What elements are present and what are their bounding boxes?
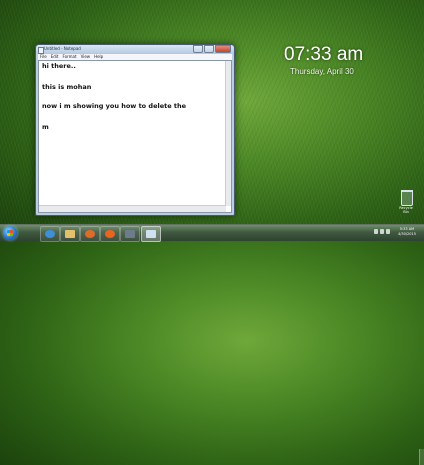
windows-logo-icon bbox=[7, 230, 13, 236]
media-icon bbox=[125, 230, 135, 238]
recycle-bin-icon bbox=[401, 190, 413, 206]
notepad-icon bbox=[146, 230, 156, 238]
firefox-icon bbox=[105, 230, 115, 238]
show-desktop-button[interactable] bbox=[419, 449, 424, 465]
file-explorer-icon bbox=[65, 230, 75, 238]
tray-clock[interactable]: 5:33 AM 4/30/2015 bbox=[398, 227, 416, 236]
network-icon[interactable] bbox=[380, 229, 384, 234]
close-button[interactable] bbox=[215, 45, 231, 53]
volume-icon[interactable] bbox=[386, 229, 390, 234]
text-editor-area[interactable]: hi there.. this is mohan now i m showing… bbox=[38, 60, 232, 213]
text-line: hi there.. bbox=[42, 62, 76, 70]
system-tray bbox=[374, 229, 390, 234]
taskbar bbox=[0, 224, 424, 465]
flag-icon[interactable] bbox=[374, 229, 378, 234]
tray-date: 4/30/2015 bbox=[398, 231, 416, 236]
vertical-scrollbar[interactable] bbox=[225, 61, 231, 206]
internet-explorer-icon bbox=[45, 230, 55, 238]
text-line: now i m showing you how to delete the bbox=[42, 102, 187, 110]
tray-time: 5:33 AM bbox=[399, 227, 415, 231]
notepad-titlebar[interactable]: Untitled - Notepad bbox=[36, 45, 234, 54]
recycle-bin[interactable]: Recycle Bin bbox=[396, 190, 416, 220]
text-line: this is mohan bbox=[42, 83, 92, 91]
horizontal-scrollbar[interactable] bbox=[39, 205, 226, 212]
recycle-bin-label: Recycle Bin bbox=[399, 206, 413, 214]
media-player-icon bbox=[85, 230, 95, 238]
notepad-window[interactable]: Untitled - Notepad File Edit Format View… bbox=[35, 44, 235, 216]
minimize-button[interactable] bbox=[193, 45, 203, 53]
clock-time: 07:33 am bbox=[284, 44, 364, 65]
text-line: m bbox=[42, 123, 49, 131]
window-title: Untitled - Notepad bbox=[44, 46, 81, 51]
clock-date: Thursday, April 30 bbox=[290, 67, 354, 76]
start-button[interactable] bbox=[3, 226, 17, 240]
maximize-button[interactable] bbox=[204, 45, 214, 53]
